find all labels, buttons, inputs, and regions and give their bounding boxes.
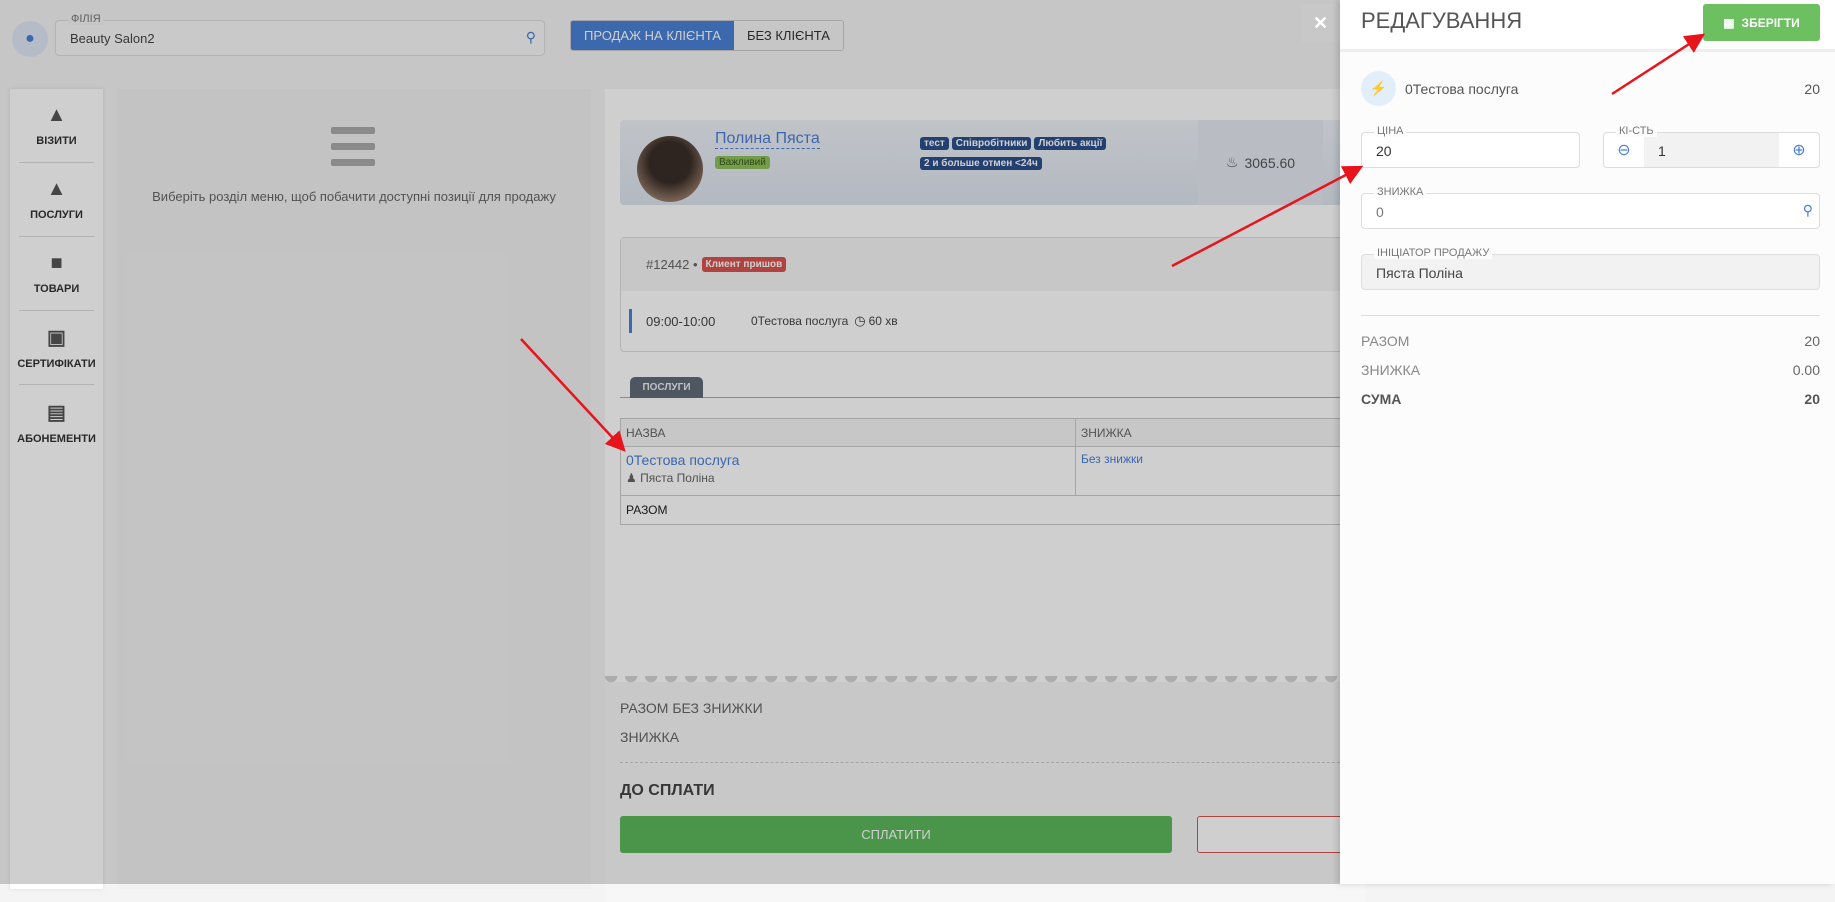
arrow-to-price [1171, 165, 1364, 268]
arrow-to-service [520, 338, 626, 452]
arrow-to-save [1611, 33, 1706, 96]
annotation-arrows [520, 33, 1706, 452]
